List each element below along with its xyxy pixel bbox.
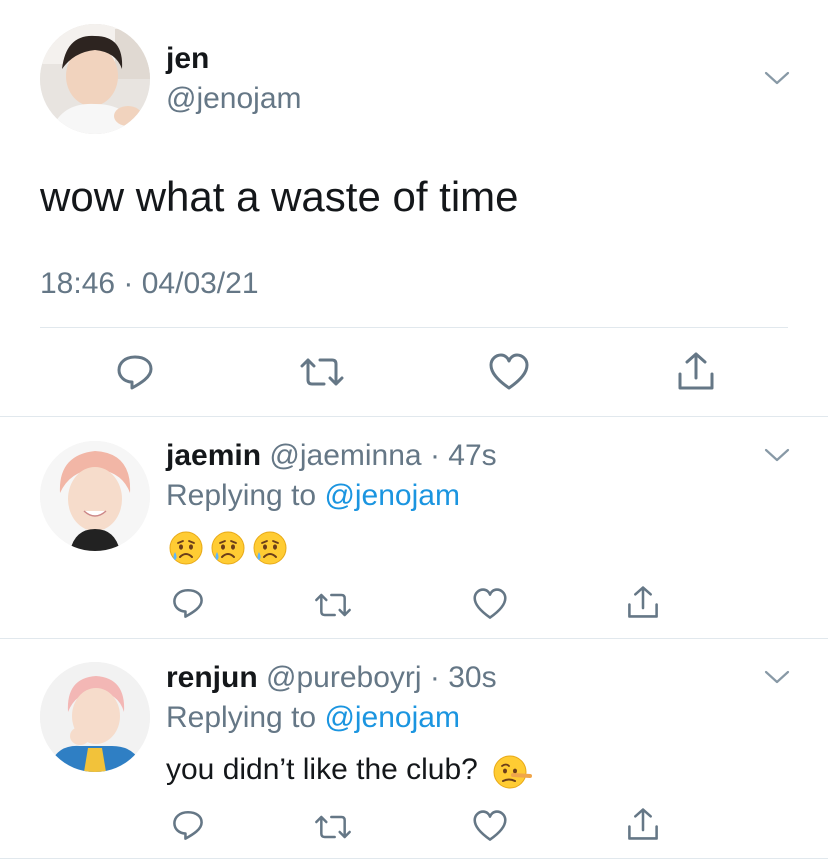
share-icon[interactable] xyxy=(626,806,660,842)
like-icon[interactable] xyxy=(472,587,508,621)
retweet-icon[interactable] xyxy=(313,588,353,620)
handle[interactable]: @jaeminna xyxy=(269,439,421,472)
replying-to: Replying to @jenojam xyxy=(166,478,460,514)
chevron-down-icon[interactable] xyxy=(763,68,791,88)
divider xyxy=(0,416,828,417)
reply-icon[interactable] xyxy=(171,586,205,620)
share-icon[interactable] xyxy=(626,584,660,620)
reply-header: jaemin @jaeminna · 47s xyxy=(166,438,497,474)
tweet-text: you didn’t like the club? xyxy=(166,753,478,786)
timestamp: 18:46 · 04/03/21 xyxy=(40,267,259,300)
reply-icon[interactable] xyxy=(171,808,205,842)
display-name[interactable]: jaemin xyxy=(166,439,261,472)
reply-header: renjun @pureboyrj · 30s xyxy=(166,660,497,696)
divider xyxy=(0,638,828,639)
divider xyxy=(0,858,828,859)
share-icon[interactable] xyxy=(676,350,716,392)
tweet-text: wow what a waste of time xyxy=(40,173,519,220)
chevron-down-icon[interactable] xyxy=(763,445,791,465)
sad-sweat-emoji xyxy=(251,528,289,566)
sad-sweat-emoji xyxy=(167,528,205,566)
tweet-body: you didn’t like the club? xyxy=(166,750,533,790)
retweet-icon[interactable] xyxy=(313,810,353,842)
replying-to-handle[interactable]: @jenojam xyxy=(324,479,460,512)
avatar[interactable] xyxy=(40,24,150,134)
divider xyxy=(40,327,788,328)
replying-to-handle[interactable]: @jenojam xyxy=(324,701,460,734)
avatar[interactable] xyxy=(40,662,150,772)
lying-face-emoji xyxy=(492,752,533,790)
tweet-age: · 30s xyxy=(429,661,497,694)
avatar[interactable] xyxy=(40,441,150,551)
retweet-icon[interactable] xyxy=(298,352,346,392)
handle[interactable]: @pureboyrj xyxy=(266,661,422,694)
tweet-text xyxy=(167,528,289,568)
like-icon[interactable] xyxy=(488,352,530,392)
replying-to-label: Replying to xyxy=(166,701,317,734)
chevron-down-icon[interactable] xyxy=(763,667,791,687)
display-name[interactable]: jen xyxy=(166,41,209,77)
replying-to: Replying to @jenojam xyxy=(166,700,460,736)
reply-icon[interactable] xyxy=(115,352,155,392)
display-name[interactable]: renjun xyxy=(166,661,258,694)
replying-to-label: Replying to xyxy=(166,479,317,512)
tweet-age: · 47s xyxy=(429,439,497,472)
handle[interactable]: @jenojam xyxy=(166,81,302,117)
sad-sweat-emoji xyxy=(209,528,247,566)
like-icon[interactable] xyxy=(472,809,508,843)
